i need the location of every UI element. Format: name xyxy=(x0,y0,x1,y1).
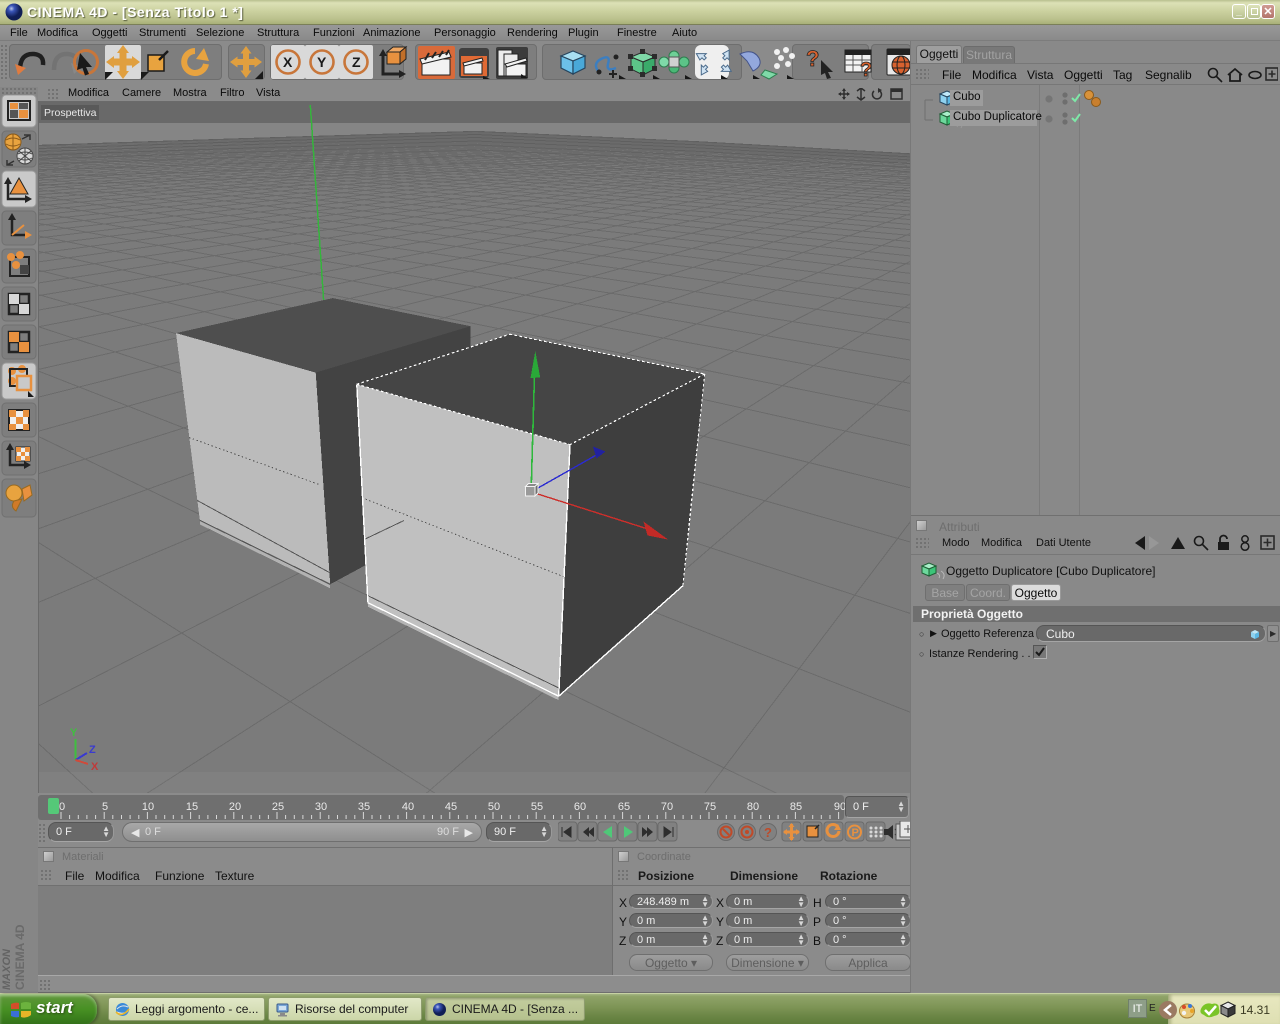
svg-text:25: 25 xyxy=(272,801,284,813)
svg-text:Y: Y xyxy=(317,54,327,70)
svg-text:20: 20 xyxy=(229,801,241,813)
svg-text:X: X xyxy=(91,761,99,773)
svg-text:Prospettiva: Prospettiva xyxy=(44,107,97,119)
svg-text:50: 50 xyxy=(488,801,500,813)
svg-text:?: ? xyxy=(860,59,872,81)
svg-text:65: 65 xyxy=(618,801,630,813)
svg-text:Z: Z xyxy=(89,744,96,756)
svg-text:?: ? xyxy=(764,825,772,840)
svg-text:10: 10 xyxy=(142,801,154,813)
svg-text:75: 75 xyxy=(704,801,716,813)
svg-text:60: 60 xyxy=(574,801,586,813)
svg-text:45: 45 xyxy=(445,801,457,813)
svg-text:P: P xyxy=(852,827,859,839)
svg-text:Z: Z xyxy=(352,54,361,70)
svg-text:5: 5 xyxy=(102,801,108,813)
svg-text:35: 35 xyxy=(358,801,370,813)
svg-text:?: ? xyxy=(806,46,819,71)
svg-text:55: 55 xyxy=(531,801,543,813)
svg-text:85: 85 xyxy=(790,801,802,813)
svg-text:80: 80 xyxy=(747,801,759,813)
svg-text:70: 70 xyxy=(661,801,673,813)
svg-text:Y: Y xyxy=(70,727,78,739)
svg-text:30: 30 xyxy=(315,801,327,813)
svg-text:40: 40 xyxy=(402,801,414,813)
svg-text:15: 15 xyxy=(186,801,198,813)
svg-text:0: 0 xyxy=(59,801,65,813)
svg-text:X: X xyxy=(283,54,293,70)
